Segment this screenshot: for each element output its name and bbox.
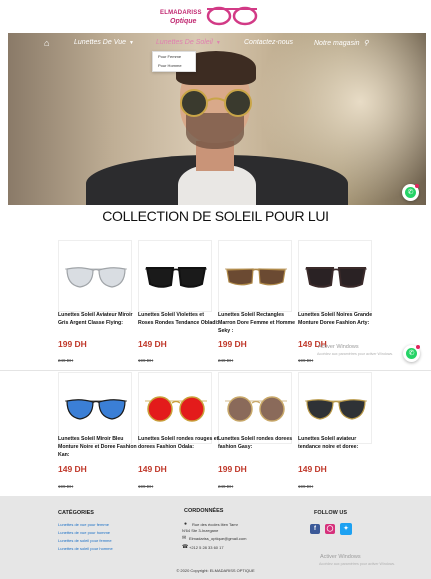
logo-subtitle: Optique — [170, 18, 197, 25]
product-image[interactable] — [298, 372, 372, 444]
facebook-icon[interactable]: f — [310, 524, 320, 534]
site-header: ELMADARISS Optique — [0, 0, 431, 33]
windows-activation-subtitle-footer: Accédez aux paramètres pour activer Wind… — [319, 562, 396, 566]
product-image[interactable] — [138, 372, 212, 444]
product-price: 199 DH — [58, 339, 87, 349]
footer-follow-heading: FOLLOW US — [314, 510, 347, 516]
sunglasses-icon — [145, 396, 207, 422]
product-name[interactable]: Lunettes Soleil Violettes et Roses Ronde… — [138, 311, 220, 327]
windows-activation-subtitle: Accédez aux paramètres pour activer Wind… — [317, 352, 394, 356]
sunglasses-icon — [305, 399, 367, 420]
product-name[interactable]: Lunettes Soleil Miroir Bleu Monture Noir… — [58, 435, 140, 459]
windows-activation-title: Activer Windows — [318, 344, 359, 350]
whatsapp-button-secondary[interactable]: ✆ — [403, 345, 420, 362]
sunglasses-icon — [225, 396, 287, 422]
product-image[interactable] — [298, 240, 372, 312]
footer-categories-heading: CATÉGORIES — [58, 510, 94, 516]
product-old-price: 199 DH — [138, 484, 154, 489]
email-icon: ✉ — [182, 535, 187, 541]
nav-contactez-nous[interactable]: Contactez-nous — [244, 39, 293, 46]
whatsapp-icon: ✆ — [406, 348, 417, 359]
chevron-down-icon: ▼ — [129, 40, 134, 46]
hero-sunglasses — [180, 89, 252, 117]
hero-banner — [8, 33, 426, 205]
product-old-price: 249 DH — [58, 358, 74, 363]
nav-label: Contactez-nous — [244, 39, 294, 46]
twitter-icon[interactable]: ✦ — [340, 523, 352, 535]
whatsapp-icon: ✆ — [405, 187, 416, 198]
logo-brand: ELMADARISS — [160, 10, 202, 16]
nav-notre-magasin[interactable]: Notre magasin ⚲ — [314, 39, 369, 47]
product-price: 149 DH — [298, 464, 327, 474]
product-price: 199 DH — [218, 339, 247, 349]
nav-dropdown: Pour Femme Pour Homme — [152, 51, 196, 72]
main-nav: ⌂ Lunettes De Vue ▼ Lunettes De Soleil ▼ C… — [8, 33, 426, 55]
product-name[interactable]: Lunettes Soleil Noires Grande Monture Do… — [298, 311, 380, 327]
phone-icon: ☎ — [182, 544, 189, 550]
product-old-price: 199 DH — [298, 358, 314, 363]
product-old-price: 199 DH — [58, 484, 74, 489]
product-old-price: 199 DH — [138, 358, 154, 363]
nav-label: Lunettes De Vue — [74, 39, 127, 46]
product-name[interactable]: Lunettes Soleil Aviateur Miroir Gris Arg… — [58, 311, 140, 327]
nav-lunettes-de-vue[interactable]: Lunettes De Vue ▼ — [74, 39, 134, 46]
sunglasses-icon — [65, 399, 127, 420]
footer-link-vue-femme[interactable]: Lunettes de vue pour femme — [58, 522, 109, 527]
product-name[interactable]: Lunettes Soleil rondes rouges et dorees … — [138, 435, 220, 451]
product-old-price: 249 DH — [218, 484, 234, 489]
logo[interactable]: ELMADARISS Optique — [150, 3, 260, 31]
nav-lunettes-de-soleil[interactable]: Lunettes De Soleil ▼ — [156, 39, 221, 46]
whatsapp-button[interactable]: ✆ — [402, 184, 419, 201]
product-old-price: 249 DH — [218, 358, 234, 363]
footer-link-soleil-homme[interactable]: Lunettes de soleil pour homme — [58, 546, 113, 551]
logo-glasses-icon — [206, 6, 258, 26]
footer-link-vue-homme[interactable]: Lunettes de vue pour homme — [58, 530, 110, 535]
divider — [0, 370, 431, 371]
sunglasses-icon — [305, 267, 367, 288]
collection-title: COLLECTION DE SOLEIL POUR LUI — [102, 208, 329, 224]
home-icon[interactable]: ⌂ — [44, 38, 49, 48]
nav-label: Notre magasin — [314, 40, 360, 47]
sunglasses-icon — [225, 268, 287, 286]
product-name[interactable]: Lunettes Soleil Rectangles Marron Dore F… — [218, 311, 300, 335]
product-image[interactable] — [58, 240, 132, 312]
product-price: 149 DH — [138, 464, 167, 474]
nav-label: Lunettes De Soleil — [156, 39, 213, 46]
footer-address-line1: Rue des écoles liten Tamr — [192, 522, 238, 527]
product-image[interactable] — [218, 372, 292, 444]
product-name[interactable]: Lunettes Soleil aviateur tendance noire … — [298, 435, 380, 451]
product-image[interactable] — [58, 372, 132, 444]
footer-email[interactable]: Elmadariss_optique@gmail.com — [189, 536, 246, 541]
product-image[interactable] — [218, 240, 292, 312]
map-pin-icon: ⚲ — [363, 40, 369, 47]
windows-activation-title-footer: Activer Windows — [320, 554, 361, 560]
site-footer: CATÉGORIES Lunettes de vue pour femme Lu… — [0, 496, 431, 579]
dropdown-item-pour-femme[interactable]: Pour Femme — [153, 52, 195, 61]
footer-contact-heading: CORDONNÉES — [184, 508, 224, 514]
chevron-down-icon: ▼ — [215, 40, 221, 46]
sunglasses-icon — [145, 267, 207, 288]
product-price: 199 DH — [218, 464, 247, 474]
product-price: 149 DH — [138, 339, 167, 349]
copyright: © 2020 Copyright: ELMADARISS OPTIQUE — [176, 568, 255, 573]
product-image[interactable] — [138, 240, 212, 312]
product-old-price: 199 DH — [298, 484, 314, 489]
instagram-icon[interactable]: ◯ — [325, 524, 335, 534]
sunglasses-icon — [65, 267, 127, 288]
footer-phone[interactable]: +212 5 28 33 60 17 — [189, 545, 224, 550]
footer-link-soleil-femme[interactable]: Lunettes de soleil pour femme — [58, 538, 112, 543]
footer-address-line2: N'64 Ste 3-Inzegane — [182, 528, 219, 533]
product-name[interactable]: Lunettes Soleil rondes dorees fashion Ga… — [218, 435, 300, 451]
location-icon: ● — [184, 521, 188, 527]
product-price: 149 DH — [58, 464, 87, 474]
dropdown-item-pour-homme[interactable]: Pour Homme — [153, 61, 195, 70]
